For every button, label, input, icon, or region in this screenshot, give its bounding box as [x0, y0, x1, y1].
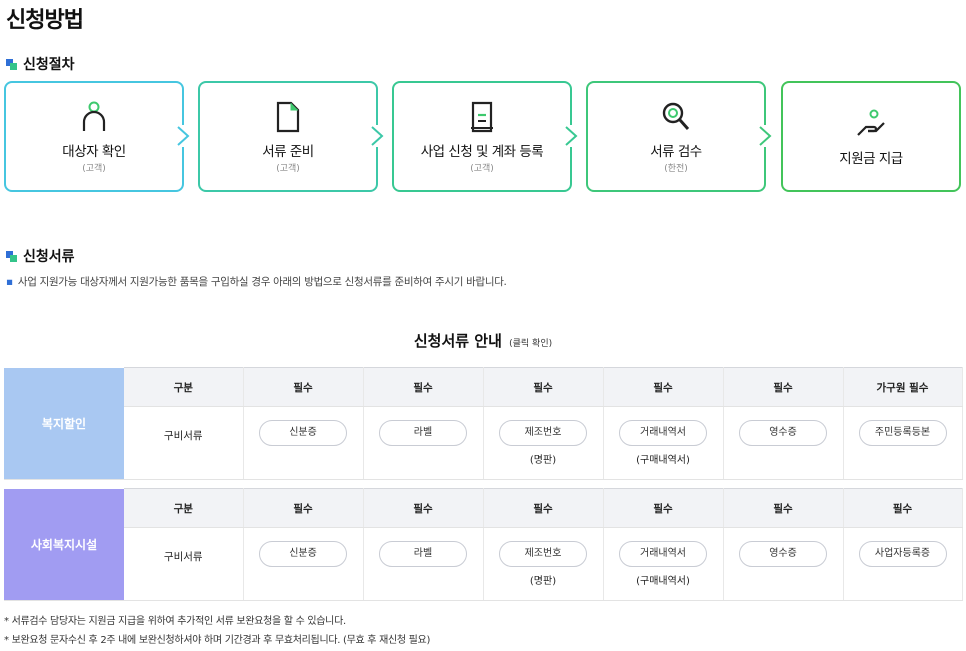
row-kind-label: 구비서류 — [124, 406, 244, 480]
social-welfare-facility-table: 사회복지시설 구분 필수 필수 필수 필수 필수 필수 구비서류 신분증 라벨 … — [4, 488, 963, 601]
documents-heading-label: 신청서류 — [23, 249, 75, 265]
step-document-prep: 서류 준비 (고객) — [198, 81, 388, 192]
step-label: 지원금 지급 — [839, 150, 903, 167]
doc-button-receipt[interactable]: 영수증 — [739, 541, 827, 567]
procedure-heading-label: 신청절차 — [23, 57, 75, 73]
chevron-right-icon — [172, 125, 194, 147]
doc-button-id-card[interactable]: 신분증 — [259, 420, 347, 446]
column-header: 필수 — [483, 367, 604, 407]
doc-button-business-registration[interactable]: 사업자등록증 — [858, 541, 947, 567]
doc-button-id-card[interactable]: 신분증 — [259, 541, 347, 567]
table-band-label: 사회복지시설 — [4, 488, 124, 601]
section-bullet-icon — [6, 58, 17, 70]
column-header: 구분 — [124, 367, 244, 407]
documents-heading: 신청서류 — [6, 246, 75, 266]
person-icon — [77, 100, 111, 134]
procedure-steps: 대상자 확인 (고객) 서류 준비 (고객) 사업 신청 및 계좌 등록 (고객… — [4, 81, 962, 192]
list-document-icon — [465, 100, 499, 134]
table-title-text: 신청서류 안내 — [413, 332, 502, 350]
step-sub: (고객) — [276, 163, 300, 174]
documents-note-text: 사업 지원가능 대상자께서 지원가능한 품목을 구입하실 경우 아래의 방법으로… — [17, 276, 507, 288]
doc-button-label[interactable]: 라벨 — [379, 420, 467, 446]
column-header: 가구원 필수 — [843, 367, 963, 407]
footnote: * 보완요청 문자수신 후 2주 내에 보완신청하셔야 하며 기간경과 후 무효… — [4, 635, 431, 646]
bullet-dot-icon: ▪ — [6, 276, 13, 288]
doc-button-transaction-statement[interactable]: 거래내역서 — [619, 541, 707, 567]
step-sub: (고객) — [82, 163, 106, 174]
doc-button-resident-register[interactable]: 주민등록등본 — [858, 420, 947, 446]
step-sub: (고객) — [470, 163, 494, 174]
page-title: 신청방법 — [6, 8, 84, 33]
doc-button-serial-number[interactable]: 제조번호 — [499, 420, 587, 446]
table-title: 신청서류 안내 (클릭 확인) — [0, 330, 966, 351]
column-header: 필수 — [603, 367, 724, 407]
doc-button-sub: (구매내역서) — [636, 455, 690, 466]
welfare-discount-table: 복지할인 구분 필수 필수 필수 필수 필수 가구원 필수 구비서류 신분증 라… — [4, 367, 963, 480]
table-band-label: 복지할인 — [4, 367, 124, 480]
row-kind-label: 구비서류 — [124, 527, 244, 601]
table-row: 구비서류 신분증 라벨 제조번호 (명판) 거래내역서 (구매내역서) 영수증 주민… — [4, 406, 963, 480]
doc-button-sub: (구매내역서) — [636, 576, 690, 587]
footnote: * 서류검수 담당자는 지원금 지급을 위하여 추가적인 서류 보완요청을 할 … — [4, 616, 346, 627]
doc-button-sub: (명판) — [529, 455, 557, 466]
table-title-hint: (클릭 확인) — [509, 339, 553, 349]
doc-button-label[interactable]: 라벨 — [379, 541, 467, 567]
hand-coin-icon — [854, 107, 888, 141]
step-label: 서류 준비 — [262, 143, 314, 160]
column-header: 필수 — [603, 488, 724, 528]
column-header: 필수 — [723, 488, 844, 528]
step-sub: (한전) — [664, 163, 688, 174]
step-document-review: 서류 검수 (한전) — [586, 81, 776, 192]
section-bullet-icon — [6, 250, 17, 262]
step-label: 대상자 확인 — [62, 143, 126, 160]
step-label: 서류 검수 — [650, 143, 702, 160]
doc-button-transaction-statement[interactable]: 거래내역서 — [619, 420, 707, 446]
column-header: 구분 — [124, 488, 244, 528]
chevron-right-icon — [754, 125, 776, 147]
step-payment: 지원금 지급 — [781, 81, 961, 192]
step-label: 사업 신청 및 계좌 등록 — [420, 143, 544, 160]
doc-button-receipt[interactable]: 영수증 — [739, 420, 827, 446]
column-header: 필수 — [843, 488, 963, 528]
column-header: 필수 — [363, 488, 484, 528]
column-header: 필수 — [723, 367, 844, 407]
doc-button-serial-number[interactable]: 제조번호 — [499, 541, 587, 567]
column-header: 필수 — [363, 367, 484, 407]
step-target-check: 대상자 확인 (고객) — [4, 81, 194, 192]
chevron-right-icon — [560, 125, 582, 147]
table-row: 구비서류 신분증 라벨 제조번호 (명판) 거래내역서 (구매내역서) 영수증 사업… — [4, 527, 963, 601]
step-apply-account: 사업 신청 및 계좌 등록 (고객) — [392, 81, 582, 192]
document-icon — [271, 100, 305, 134]
column-header: 필수 — [483, 488, 604, 528]
chevron-right-icon — [366, 125, 388, 147]
column-header: 필수 — [243, 488, 364, 528]
documents-note: ▪ 사업 지원가능 대상자께서 지원가능한 품목을 구입하실 경우 아래의 방법으… — [6, 274, 507, 289]
doc-button-sub: (명판) — [529, 576, 557, 587]
magnifier-icon — [659, 100, 693, 134]
column-header: 필수 — [243, 367, 364, 407]
procedure-heading: 신청절차 — [6, 54, 75, 74]
